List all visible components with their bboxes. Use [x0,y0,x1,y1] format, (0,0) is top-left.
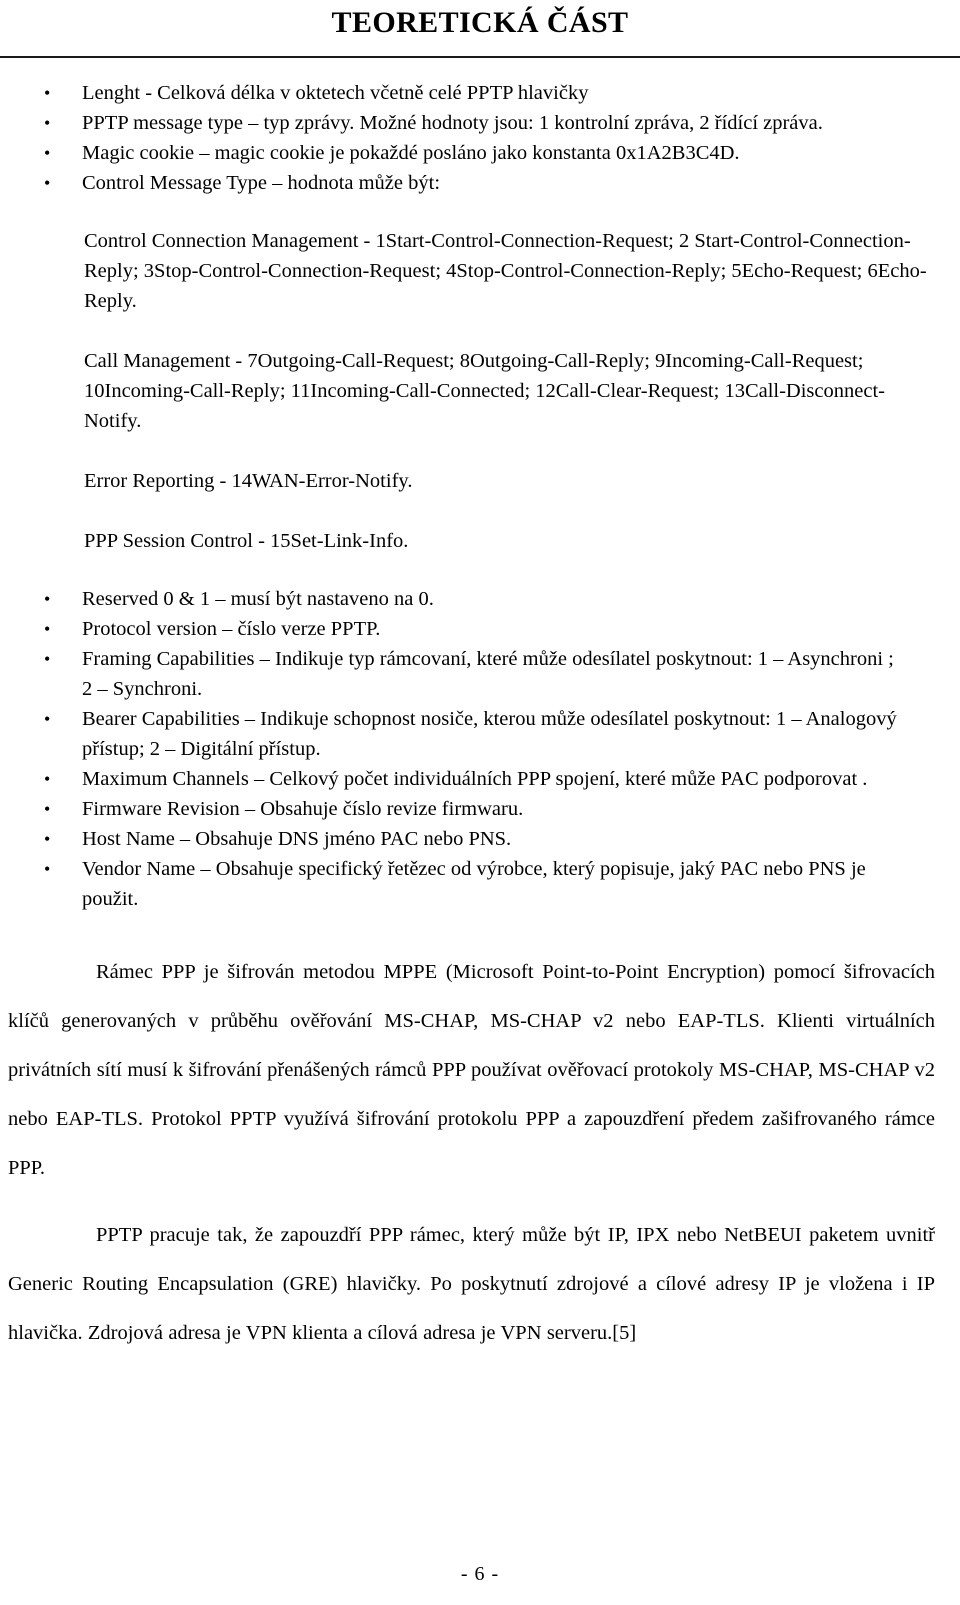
bullet-icon: • [44,649,51,669]
list-item: • Vendor Name – Obsahuje specifický řetě… [0,854,960,914]
bullet-icon: • [44,799,51,819]
document-footer: - 6 - [0,1560,960,1588]
list-item: • Bearer Capabilities – Indikuje schopno… [0,704,960,764]
list-item-text: Reserved 0 & 1 – musí být nastaveno na 0… [82,588,434,610]
bullet-icon: • [44,709,51,729]
list-item-text: Control Message Type – hodnota může být: [82,172,441,194]
list-item-text: Framing Capabilities – Indikuje typ rámc… [82,648,894,700]
call-management-block: Call Management - 7Outgoing-Call-Request… [84,350,885,432]
pptp-header-fields-list: • Lenght - Celková délka v oktetech včet… [0,78,960,198]
bullet-icon: • [44,113,51,133]
list-item: • Lenght - Celková délka v oktetech včet… [0,78,960,108]
list-item-text: Protocol version – číslo verze PPTP. [82,618,381,640]
document-page: TEORETICKÁ ČÁST • Lenght - Celková délka… [0,0,960,1605]
list-item-text: Firmware Revision – Obsahuje číslo reviz… [82,798,524,820]
bullet-icon: • [44,589,51,609]
error-reporting-block: Error Reporting - 14WAN-Error-Notify. [84,470,413,492]
bullet-icon: • [44,859,51,879]
list-item: • Host Name – Obsahuje DNS jméno PAC neb… [0,824,960,854]
bullet-icon: • [44,829,51,849]
bullet-icon: • [44,619,51,639]
list-item-text: Magic cookie – magic cookie je pokaždé p… [82,142,740,164]
bullet-icon: • [44,83,51,103]
header-divider [0,56,960,58]
list-item: • Magic cookie – magic cookie je pokaždé… [0,138,960,168]
list-item: • Framing Capabilities – Indikuje typ rá… [0,644,960,704]
list-item-text: Bearer Capabilities – Indikuje schopnost… [82,708,897,760]
list-item: • PPTP message type – typ zprávy. Možné … [0,108,960,138]
page-title: TEORETICKÁ ČÁST [331,6,629,39]
list-item-text: Vendor Name – Obsahuje specifický řetěze… [82,858,866,910]
ppp-session-control-block: PPP Session Control - 15Set-Link-Info. [84,530,409,552]
document-body: • Lenght - Celková délka v oktetech včet… [0,78,960,1358]
list-item-text: Maximum Channels – Celkový počet individ… [82,768,868,790]
list-item-text: Lenght - Celková délka v oktetech včetně… [82,82,589,104]
pptp-control-fields-list: • Reserved 0 & 1 – musí být nastaveno na… [0,584,960,914]
list-item: • Protocol version – číslo verze PPTP. [0,614,960,644]
bullet-icon: • [44,173,51,193]
paragraph-mppe: Rámec PPP je šifrován metodou MPPE (Micr… [8,961,935,1179]
list-item-text: Host Name – Obsahuje DNS jméno PAC nebo … [82,828,512,850]
document-header: TEORETICKÁ ČÁST [0,0,960,58]
paragraph-gre: PPTP pracuje tak, že zapouzdří PPP rámec… [8,1224,935,1344]
list-item: • Maximum Channels – Celkový počet indiv… [0,764,960,794]
list-item-text: PPTP message type – typ zprávy. Možné ho… [82,112,823,134]
page-number: - 6 - [460,1563,500,1585]
control-connection-management-block: Control Connection Management - 1Start-C… [84,230,927,312]
bullet-icon: • [44,769,51,789]
list-item: • Reserved 0 & 1 – musí být nastaveno na… [0,584,960,614]
list-item: • Control Message Type – hodnota může bý… [0,168,960,198]
bullet-icon: • [44,143,51,163]
list-item: • Firmware Revision – Obsahuje číslo rev… [0,794,960,824]
